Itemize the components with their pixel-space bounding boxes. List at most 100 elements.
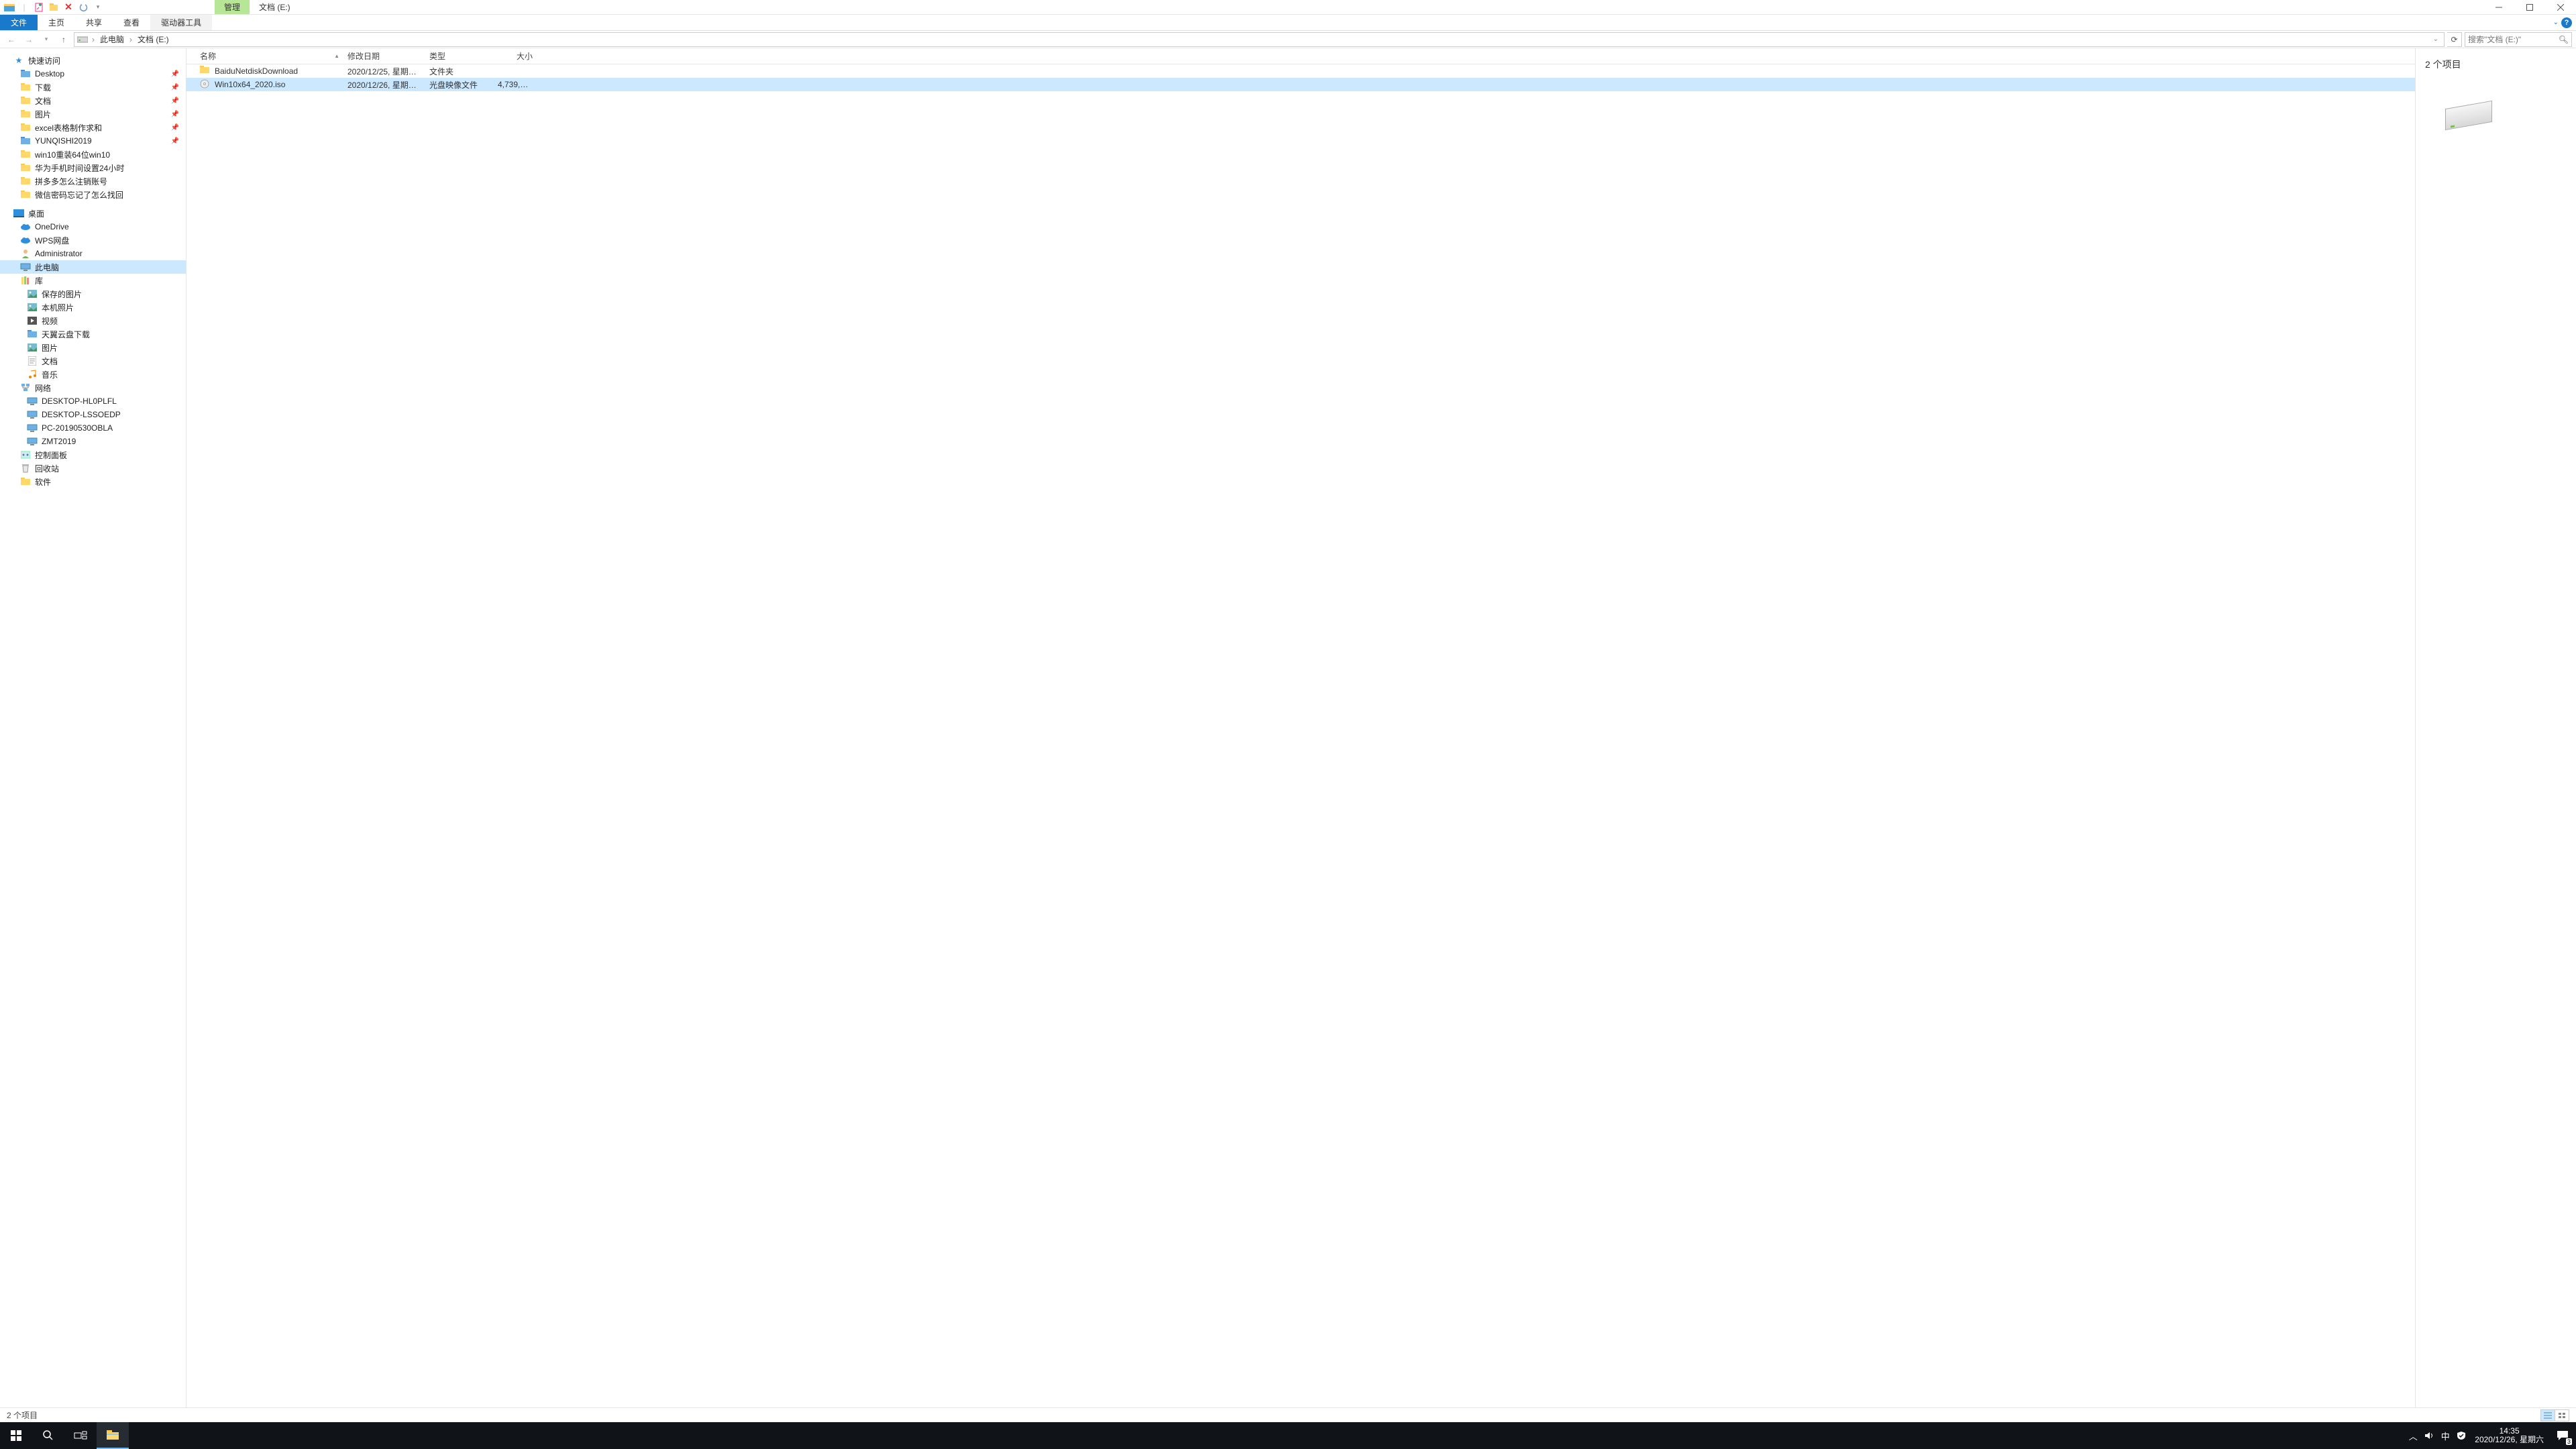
maximize-button[interactable] (2514, 0, 2545, 15)
new-folder-icon[interactable] (48, 2, 59, 13)
breadcrumb-item[interactable]: 此电脑 (99, 34, 125, 45)
nav-up-button[interactable]: ↑ (56, 32, 71, 47)
refresh-button[interactable]: ⟳ (2447, 32, 2462, 47)
folder-blue-icon (27, 329, 38, 339)
ribbon-expand-icon[interactable]: ⌄ (2553, 19, 2559, 26)
taskbar-explorer-button[interactable] (97, 1422, 129, 1449)
tree-control-panel[interactable]: 控制面板 (0, 448, 186, 462)
column-header-name[interactable]: 名称▲ (196, 50, 343, 62)
tree-item[interactable]: Desktop📌 (0, 67, 186, 80)
window-title: 文档 (E:) (250, 0, 300, 14)
tree-item[interactable]: 天翼云盘下载 (0, 327, 186, 341)
tree-item[interactable]: 此电脑 (0, 260, 186, 274)
file-list[interactable]: 名称▲ 修改日期 类型 大小 BaiduNetdiskDownload2020/… (186, 48, 2415, 1407)
user-icon (20, 248, 31, 259)
search-input[interactable]: 搜索"文档 (E:)" 🔍︎ (2465, 32, 2572, 47)
nav-recent-dropdown[interactable]: ▾ (39, 32, 54, 47)
tree-item[interactable]: 华为手机时间设置24小时 (0, 161, 186, 174)
tree-item[interactable]: excel表格制作求和📌 (0, 121, 186, 134)
tree-item[interactable]: OneDrive (0, 220, 186, 233)
star-icon: ★ (13, 55, 24, 66)
table-row[interactable]: Win10x64_2020.iso2020/12/26, 星期六 1...光盘映… (186, 78, 2415, 91)
tree-label: 桌面 (28, 208, 44, 219)
column-header-size[interactable]: 大小 (494, 50, 537, 62)
close-button[interactable] (2545, 0, 2576, 15)
ribbon-tab-view[interactable]: 查看 (113, 15, 150, 30)
tree-software[interactable]: 软件 (0, 475, 186, 488)
undo-icon[interactable] (78, 2, 89, 13)
tree-item[interactable]: Administrator (0, 247, 186, 260)
tree-item[interactable]: 视频 (0, 314, 186, 327)
tree-item[interactable]: WPS网盘 (0, 233, 186, 247)
pc-icon (27, 409, 38, 420)
breadcrumb[interactable]: › 此电脑 › 文档 (E:) ⌄ (74, 32, 2445, 47)
tree-item[interactable]: 库 (0, 274, 186, 287)
minimize-button[interactable] (2483, 0, 2514, 15)
tree-item[interactable]: 保存的图片 (0, 287, 186, 301)
chevron-right-icon[interactable]: › (128, 35, 133, 44)
table-row[interactable]: BaiduNetdiskDownload2020/12/25, 星期五 1...… (186, 64, 2415, 78)
clock-date: 2020/12/26, 星期六 (2475, 1436, 2544, 1444)
ribbon-tab-drive-tools[interactable]: 驱动器工具 (150, 15, 212, 30)
tree-network[interactable]: 网络 (0, 381, 186, 394)
nav-forward-button[interactable]: → (21, 32, 36, 47)
tree-item[interactable]: ZMT2019 (0, 435, 186, 448)
qat-dropdown-icon[interactable]: ▾ (93, 2, 103, 13)
tree-item[interactable]: win10重装64位win10 (0, 148, 186, 161)
task-view-button[interactable] (64, 1422, 97, 1449)
title-bar: | ✕ ▾ 管理 文档 (E:) (0, 0, 2576, 15)
tree-item[interactable]: 图片📌 (0, 107, 186, 121)
nav-back-button[interactable]: ← (4, 32, 19, 47)
ribbon-tab-share[interactable]: 共享 (75, 15, 113, 30)
tree-item[interactable]: 文档📌 (0, 94, 186, 107)
ribbon-tab-home[interactable]: 主页 (38, 15, 75, 30)
tree-item[interactable]: 本机照片 (0, 301, 186, 314)
help-icon[interactable]: ? (2561, 17, 2572, 28)
properties-icon[interactable] (34, 2, 44, 13)
tree-label: DESKTOP-LSSOEDP (42, 410, 121, 419)
search-icon[interactable]: 🔍︎ (2559, 35, 2569, 44)
folder-icon (20, 109, 31, 119)
start-button[interactable] (0, 1422, 32, 1449)
folder-blue-icon (20, 136, 31, 146)
ribbon-tab-file[interactable]: 文件 (0, 15, 38, 30)
notification-badge: 3 (2566, 1438, 2572, 1445)
security-icon[interactable] (2453, 1422, 2469, 1449)
file-name: Win10x64_2020.iso (215, 80, 285, 89)
delete-icon[interactable]: ✕ (63, 2, 74, 13)
navigation-pane[interactable]: ★ 快速访问 Desktop📌下载📌文档📌图片📌excel表格制作求和📌YUNQ… (0, 48, 186, 1407)
tray-overflow-icon[interactable]: ︿ (2405, 1422, 2421, 1449)
volume-icon[interactable] (2421, 1422, 2437, 1449)
taskbar[interactable]: ︿ 中 14:35 2020/12/26, 星期六 3 (0, 1422, 2576, 1449)
address-dropdown-icon[interactable]: ⌄ (2433, 36, 2441, 43)
column-header-type[interactable]: 类型 (425, 50, 494, 62)
tree-item[interactable]: 拼多多怎么注销账号 (0, 174, 186, 188)
tree-item[interactable]: 微信密码忘记了怎么找回 (0, 188, 186, 201)
tree-item[interactable]: PC-20190530OBLA (0, 421, 186, 435)
tree-item[interactable]: 音乐 (0, 368, 186, 381)
ribbon-tabs: 文件 主页 共享 查看 驱动器工具 ⌄ ? (0, 15, 2576, 31)
tree-recycle-bin[interactable]: 回收站 (0, 462, 186, 475)
tree-item[interactable]: 下载📌 (0, 80, 186, 94)
taskbar-search-button[interactable] (32, 1422, 64, 1449)
chevron-right-icon[interactable]: › (91, 35, 96, 44)
ime-indicator[interactable]: 中 (2437, 1422, 2453, 1449)
tree-label: 文档 (42, 356, 58, 367)
tree-item[interactable]: YUNQISHI2019📌 (0, 134, 186, 148)
view-details-button[interactable] (2540, 1409, 2555, 1421)
tree-item[interactable]: 文档 (0, 354, 186, 368)
tree-desktop[interactable]: 桌面 (0, 207, 186, 220)
drive-image-icon (2438, 98, 2499, 131)
tree-label: 回收站 (35, 463, 59, 474)
view-icons-button[interactable] (2555, 1409, 2569, 1421)
ribbon-context-tab-manage[interactable]: 管理 (215, 0, 250, 14)
taskbar-clock[interactable]: 14:35 2020/12/26, 星期六 (2469, 1427, 2549, 1444)
tree-quick-access[interactable]: ★ 快速访问 (0, 54, 186, 67)
doc-icon (27, 356, 38, 366)
column-header-date[interactable]: 修改日期 (343, 50, 425, 62)
tree-item[interactable]: 图片 (0, 341, 186, 354)
breadcrumb-item[interactable]: 文档 (E:) (136, 34, 170, 45)
action-center-button[interactable]: 3 (2549, 1422, 2576, 1449)
tree-item[interactable]: DESKTOP-HL0PLFL (0, 394, 186, 408)
tree-item[interactable]: DESKTOP-LSSOEDP (0, 408, 186, 421)
